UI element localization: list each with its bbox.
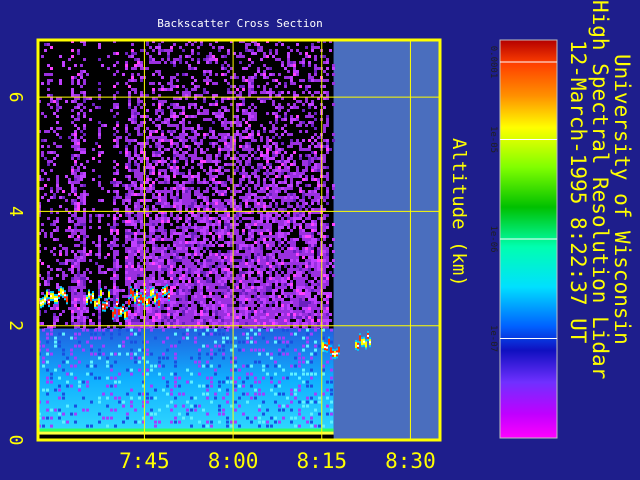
y-axis-label: Altitude (km) <box>448 138 470 287</box>
x-tick-label: 8:15 <box>296 449 347 473</box>
header-line-1: University of Wisconsin <box>610 54 634 345</box>
y-tick-label: 4 <box>5 206 26 217</box>
y-tick-label: 0 <box>5 435 26 446</box>
colorbar-tick-label: 0.0001 <box>488 46 498 79</box>
colorbar: 0.0001 1e-05 1e-06 1e-07 <box>488 39 558 439</box>
x-tick-label: 7:45 <box>119 449 170 473</box>
boundary-layer <box>38 328 334 432</box>
chart-title: Backscatter Cross Section <box>157 17 323 30</box>
x-tick-label: 8:30 <box>385 449 436 473</box>
ground-return-yellow <box>38 431 334 435</box>
plot-area: 0 2 4 6 7:45 8:00 8:15 8:30 <box>5 38 442 473</box>
colorbar-tick-label: 1e-05 <box>488 126 498 153</box>
header-line-2: High Spectral Resolution Lidar <box>588 0 612 380</box>
x-tick-label: 8:00 <box>208 449 259 473</box>
colorbar-tick-label: 1e-06 <box>488 225 498 252</box>
chart-svg: Backscatter Cross Section 0 2 4 6 7:45 8:00 8:… <box>5 17 558 473</box>
ground-return-green <box>38 428 334 432</box>
no-data-region <box>333 40 440 440</box>
y-tick-label: 6 <box>5 92 26 103</box>
header-line-3: 12-March-1995 8:22:37 UT <box>566 40 590 344</box>
y-tick-label: 2 <box>5 320 26 331</box>
colorbar-tick-label: 1e-07 <box>488 325 498 352</box>
